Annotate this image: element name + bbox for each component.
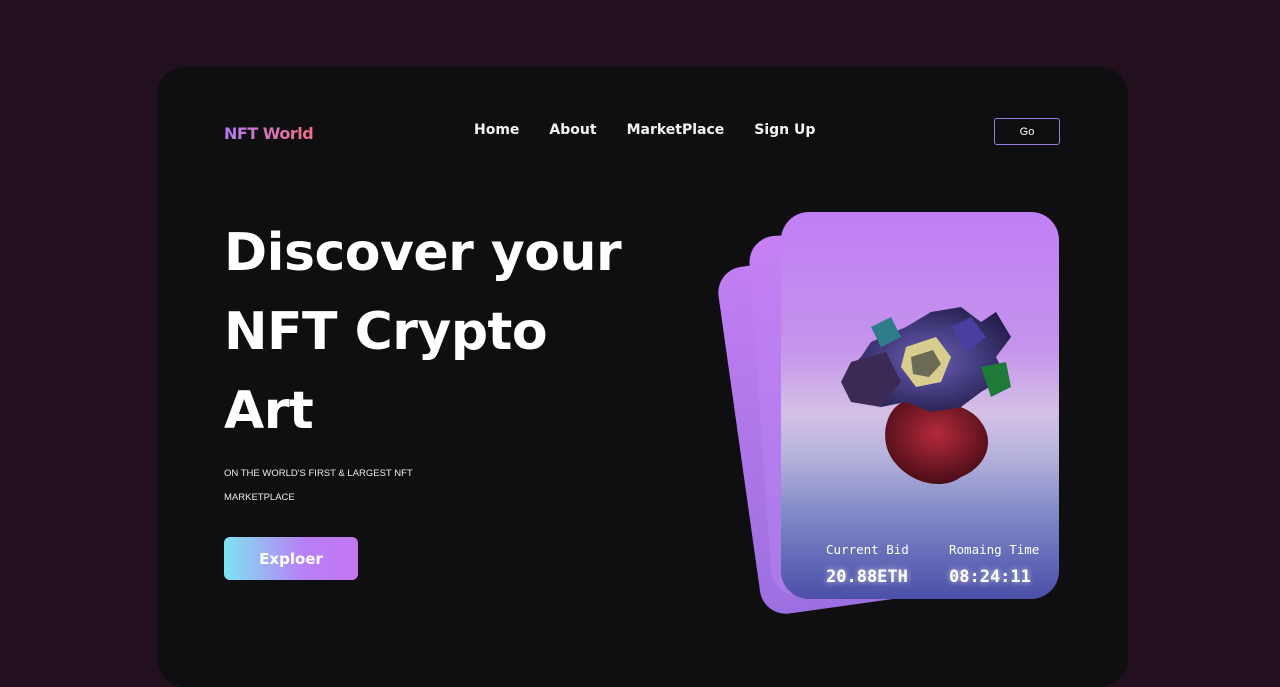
remaining-time-label: Romaing Time: [949, 542, 1040, 557]
nav-item-signup[interactable]: Sign Up: [754, 122, 815, 138]
brand-logo[interactable]: NFT World: [224, 124, 314, 143]
nft-card[interactable]: Current Bid Romaing Time 20.88ETH 08:24:…: [781, 212, 1059, 599]
headline-line-1: Discover your: [224, 223, 622, 283]
explore-button[interactable]: Exploer: [224, 537, 358, 580]
nav-item-marketplace[interactable]: MarketPlace: [627, 122, 725, 138]
subtitle-line-2: MARKETPLACE: [224, 492, 295, 503]
nav-item-about[interactable]: About: [549, 122, 596, 138]
go-button[interactable]: Go: [994, 118, 1060, 145]
nav-item-home[interactable]: Home: [474, 122, 519, 138]
current-bid-label: Current Bid: [826, 542, 909, 557]
hero-subtitle: ON THE WORLD'S FIRST & LARGEST NFT MARKE…: [224, 462, 414, 510]
remaining-time-value: 08:24:11: [949, 567, 1031, 587]
current-bid-value: 20.88ETH: [826, 567, 908, 587]
subtitle-line-1: ON THE WORLD'S FIRST & LARGEST NFT: [224, 468, 413, 479]
headline-line-3: Art: [224, 381, 314, 441]
hero-headline: Discover your NFT Crypto Art: [224, 214, 644, 451]
headline-line-2: NFT Crypto: [224, 302, 548, 362]
nft-artwork-image: [841, 307, 1011, 485]
main-nav: Home About MarketPlace Sign Up: [474, 122, 845, 138]
